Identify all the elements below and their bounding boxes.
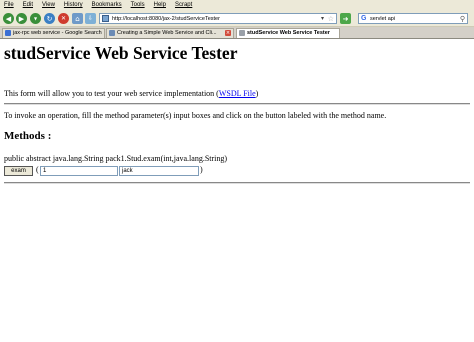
close-paren: ) — [200, 165, 203, 174]
open-paren: ( — [36, 165, 39, 174]
divider-bottom — [4, 182, 470, 184]
search-box[interactable]: G servlet api ⚲ — [358, 13, 468, 24]
page-title: studService Web Service Tester — [4, 43, 238, 63]
tab-creating-web-service[interactable]: Creating a Simple Web Service and Cli...… — [106, 28, 234, 38]
navigation-toolbar: ◀ ▶ ▼ ↻ ✕ ⌂ ⇩ http://localhost:8080/jax-… — [0, 11, 474, 27]
param-int-input[interactable]: 1 — [40, 166, 118, 176]
exam-button[interactable]: exam — [4, 166, 33, 176]
url-dropdown-icon[interactable]: ▾ — [321, 14, 324, 24]
forward-icon[interactable]: ▶ — [16, 13, 27, 24]
menu-history[interactable]: History — [64, 0, 83, 11]
wsdl-file-link[interactable]: WSDL File — [219, 89, 256, 98]
magnifier-icon[interactable]: ⚲ — [460, 14, 465, 24]
page-content: studService Web Service Tester This form… — [0, 40, 474, 342]
tab-label: studService Web Service Tester — [247, 30, 330, 36]
menu-bookmarks[interactable]: Bookmarks — [92, 0, 122, 11]
param-string-input[interactable]: jack — [119, 166, 199, 176]
dropdown-history-icon[interactable]: ▼ — [30, 13, 41, 24]
page-favicon-icon — [239, 30, 245, 36]
intro-before: This form will allow you to test your we… — [4, 89, 219, 98]
menu-help[interactable]: Help — [154, 0, 166, 11]
stop-icon[interactable]: ✕ — [58, 13, 69, 24]
search-text: servlet api — [370, 16, 396, 22]
menu-file[interactable]: File — [4, 0, 14, 11]
google-search-icon[interactable]: G — [361, 14, 366, 24]
url-text: http://localhost:8080/jax-2/studServiceT… — [112, 16, 220, 22]
tab-label: jax-rpc web service - Google Search — [13, 30, 102, 36]
close-tab-icon[interactable]: × — [225, 30, 231, 36]
back-icon[interactable]: ◀ — [3, 13, 14, 24]
download-icon[interactable]: ⇩ — [85, 13, 96, 24]
page-favicon-icon — [109, 30, 115, 36]
google-favicon-icon — [5, 30, 11, 36]
menu-bar: File Edit View History Bookmarks Tools H… — [0, 0, 474, 11]
address-bar[interactable]: http://localhost:8080/jax-2/studServiceT… — [99, 13, 337, 24]
menu-tools[interactable]: Tools — [131, 0, 145, 11]
home-icon[interactable]: ⌂ — [72, 13, 83, 24]
menu-scrapt[interactable]: Scrapt — [175, 0, 192, 11]
instructions-text: To invoke an operation, fill the method … — [4, 111, 387, 120]
menu-edit[interactable]: Edit — [23, 0, 33, 11]
methods-heading: Methods : — [4, 130, 52, 142]
method-signature: public abstract java.lang.String pack1.S… — [4, 154, 228, 163]
tab-google-search[interactable]: jax-rpc web service - Google Search — [2, 28, 105, 38]
reload-icon[interactable]: ↻ — [44, 13, 55, 24]
tab-bar: jax-rpc web service - Google Search Crea… — [0, 27, 474, 39]
go-icon[interactable]: ➜ — [340, 13, 351, 24]
bookmark-star-icon[interactable]: ☆ — [328, 14, 334, 24]
intro-text: This form will allow you to test your we… — [4, 89, 258, 98]
intro-after: ) — [255, 89, 259, 98]
divider-top — [4, 103, 470, 105]
page-favicon-icon — [102, 15, 109, 22]
menu-view[interactable]: View — [42, 0, 55, 11]
tab-studservice-tester[interactable]: studService Web Service Tester — [236, 28, 340, 38]
tab-label: Creating a Simple Web Service and Cli... — [117, 30, 217, 36]
